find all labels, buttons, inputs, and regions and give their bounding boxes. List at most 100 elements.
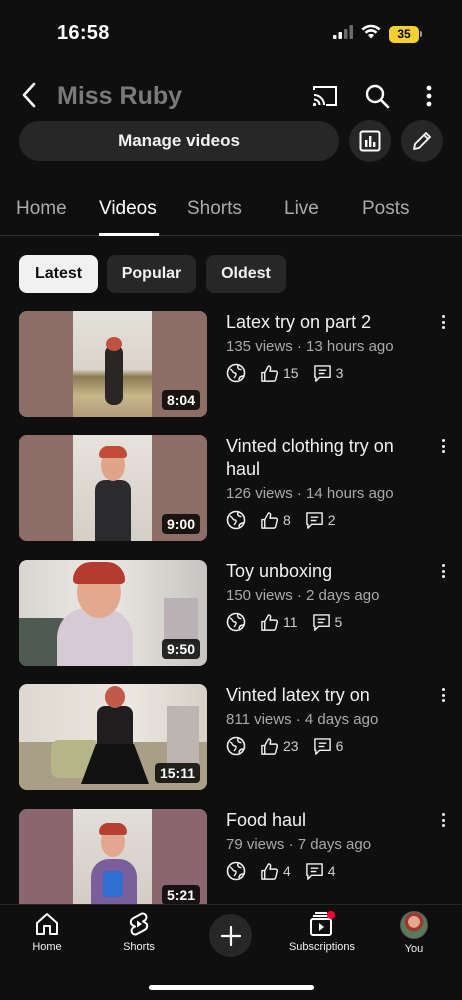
likes-count: 11	[283, 614, 298, 630]
nav-shorts[interactable]: Shorts	[94, 911, 184, 953]
comment-icon	[305, 511, 323, 529]
status-bar: 16:58 35	[0, 0, 462, 62]
video-duration: 5:21	[161, 885, 200, 905]
likes-stat: 4	[260, 862, 291, 881]
likes-count: 8	[283, 512, 291, 528]
likes-stat: 8	[260, 511, 291, 530]
video-more-button[interactable]	[436, 686, 450, 704]
comments-stat: 2	[305, 511, 336, 530]
globe-icon	[226, 510, 246, 530]
back-icon	[22, 82, 36, 108]
create-button[interactable]	[209, 914, 252, 957]
edit-button[interactable]	[401, 120, 443, 162]
more-vert-icon	[426, 85, 432, 107]
comments-stat: 6	[313, 737, 343, 756]
video-duration: 15:11	[154, 763, 200, 783]
comments-stat: 5	[312, 613, 342, 632]
video-item[interactable]: 15:11 Vinted latex try on 811 views · 4 …	[0, 684, 462, 794]
nav-subscriptions-label: Subscriptions	[288, 941, 356, 953]
nav-you-label: You	[404, 943, 424, 955]
channel-header: Miss Ruby	[0, 72, 462, 120]
likes-count: 15	[283, 365, 299, 381]
signal-icon	[333, 24, 353, 44]
channel-title: Miss Ruby	[57, 82, 183, 110]
tab-home[interactable]: Home	[16, 198, 67, 220]
comments-count: 3	[335, 365, 344, 381]
filter-chip-oldest[interactable]: Oldest	[206, 255, 286, 293]
home-indicator	[149, 985, 314, 990]
video-stats: 11 5	[226, 610, 356, 634]
visibility-stat	[226, 612, 246, 632]
video-thumbnail[interactable]: 5:21	[19, 809, 207, 905]
tab-live[interactable]: Live	[284, 198, 319, 220]
video-title: Vinted clothing try on haul	[226, 436, 394, 479]
video-meta: 150 views · 2 days ago	[226, 587, 380, 604]
tab-posts[interactable]: Posts	[362, 198, 410, 220]
search-icon	[365, 84, 390, 109]
filter-chip-popular[interactable]: Popular	[107, 255, 196, 293]
nav-home[interactable]: Home	[2, 911, 92, 953]
video-more-button[interactable]	[436, 562, 450, 580]
likes-count: 4	[283, 863, 291, 879]
video-meta: 79 views · 7 days ago	[226, 836, 372, 853]
video-thumbnail[interactable]: 8:04	[19, 311, 207, 417]
video-more-button[interactable]	[436, 811, 450, 829]
tab-videos[interactable]: Videos	[99, 198, 157, 220]
comments-stat: 4	[305, 862, 336, 881]
nav-subscriptions[interactable]: Subscriptions	[277, 911, 367, 953]
video-more-button[interactable]	[436, 437, 450, 455]
video-more-button[interactable]	[436, 313, 450, 331]
create-icon	[220, 925, 241, 946]
analytics-button[interactable]	[349, 120, 391, 162]
globe-icon	[226, 861, 246, 881]
video-stats: 23 6	[226, 734, 357, 758]
visibility-stat	[226, 363, 246, 383]
globe-icon	[226, 612, 246, 632]
video-item[interactable]: 9:50 Toy unboxing 150 views · 2 days ago…	[0, 560, 462, 670]
thumbs-up-icon	[261, 364, 279, 382]
shorts-icon	[129, 912, 149, 936]
channel-tabs: Home Videos Shorts Live Posts	[0, 188, 462, 236]
video-thumbnail[interactable]: 9:50	[19, 560, 207, 666]
cast-button[interactable]	[309, 80, 341, 112]
nav-home-label: Home	[32, 941, 62, 953]
likes-stat: 11	[260, 613, 298, 632]
search-button[interactable]	[361, 80, 393, 112]
video-title: Toy unboxing	[226, 561, 333, 581]
filter-chip-latest[interactable]: Latest	[19, 255, 98, 293]
more-button[interactable]	[413, 80, 445, 112]
nav-shorts-label: Shorts	[123, 941, 155, 953]
video-title: Food haul	[226, 810, 307, 830]
comments-stat: 3	[313, 364, 344, 383]
comment-icon	[313, 364, 331, 382]
video-stats: 8 2	[226, 508, 350, 532]
likes-count: 23	[283, 738, 299, 754]
nav-you[interactable]: You	[369, 911, 459, 955]
video-stats: 4 4	[226, 859, 350, 883]
visibility-stat	[226, 861, 246, 881]
manage-videos-button[interactable]: Manage videos	[19, 121, 339, 161]
tab-shorts[interactable]: Shorts	[187, 198, 242, 220]
status-icons: 35	[333, 24, 422, 44]
video-stats: 15 3	[226, 361, 357, 385]
thumbs-up-icon	[261, 862, 279, 880]
video-duration: 9:50	[161, 639, 200, 659]
video-item[interactable]: 8:04 Latex try on part 2 135 views · 13 …	[0, 311, 462, 421]
comment-icon	[305, 862, 323, 880]
video-duration: 9:00	[161, 514, 200, 534]
analytics-icon	[359, 130, 381, 152]
battery-tip	[420, 31, 422, 37]
avatar	[400, 911, 428, 939]
visibility-stat	[226, 736, 246, 756]
wifi-icon	[361, 24, 381, 44]
video-thumbnail[interactable]: 9:00	[19, 435, 207, 541]
active-tab-indicator	[99, 233, 159, 236]
subscriptions-icon	[310, 911, 335, 936]
comments-count: 2	[327, 512, 336, 528]
video-thumbnail[interactable]: 15:11	[19, 684, 207, 790]
thumbs-up-icon	[261, 613, 279, 631]
video-item[interactable]: 9:00 Vinted clothing try on haul 126 vie…	[0, 435, 462, 545]
back-button[interactable]	[14, 80, 44, 110]
globe-icon	[226, 736, 246, 756]
video-item[interactable]: 5:21 Food haul 79 views · 7 days ago 4 4	[0, 809, 462, 919]
